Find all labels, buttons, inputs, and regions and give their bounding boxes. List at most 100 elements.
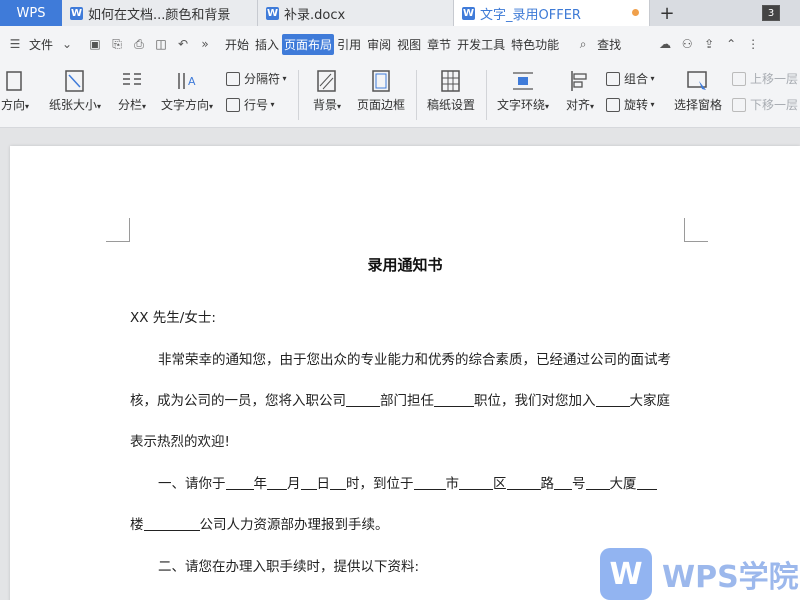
blank-underline[interactable] xyxy=(330,476,346,490)
group-button[interactable]: 组合 ▾ xyxy=(606,70,655,87)
selection-pane-button[interactable]: 选择窗格 xyxy=(670,70,726,113)
selection-pane-label: 选择窗格 xyxy=(673,98,722,112)
paragraph-1-line-3: 表示热烈的欢迎! xyxy=(130,430,230,450)
blank-underline[interactable] xyxy=(225,476,254,490)
document-title: 录用通知书 xyxy=(367,256,443,274)
rotate-button[interactable]: 旋转 ▾ xyxy=(606,96,655,113)
writer-icon: W xyxy=(266,6,279,20)
tab-label: 补录.docx xyxy=(284,7,346,23)
text-run: 二、请您在办理入职手续时，提供以下资料: xyxy=(158,559,420,575)
writer-icon: W xyxy=(462,6,475,20)
line-number-icon xyxy=(226,97,240,112)
text-run: 年 xyxy=(253,476,268,492)
manuscript-icon xyxy=(441,70,460,92)
separator-button[interactable]: 分隔符 ▾ xyxy=(226,70,287,87)
print-icon[interactable]: ⎙ xyxy=(130,36,148,52)
text-run: 公司人力资源部办理报到手续。 xyxy=(199,517,389,533)
blank-underline[interactable] xyxy=(595,393,630,407)
columns-icon xyxy=(123,73,141,85)
text-direction-label: 文字方向 xyxy=(160,98,209,112)
blank-underline[interactable] xyxy=(413,476,446,490)
menu-features[interactable]: 特色功能 xyxy=(508,36,562,53)
tab-doc-1[interactable]: W 如何在文档...颜色和背景 xyxy=(62,0,258,26)
blank-underline[interactable] xyxy=(346,393,380,407)
wps-logo-icon: W xyxy=(600,548,652,600)
text-run: 一、请你于 xyxy=(158,476,226,492)
margin-marker-top-right xyxy=(684,218,708,242)
unsaved-dot-icon xyxy=(632,9,639,16)
send-backward-icon xyxy=(732,97,746,112)
text-run: 大家庭 xyxy=(629,393,671,409)
text-run: 区 xyxy=(493,476,507,492)
blank-underline[interactable] xyxy=(143,517,200,531)
tab-doc-active[interactable]: W 文字_录用OFFER xyxy=(454,0,650,26)
collapse-icon[interactable]: ⌃ xyxy=(722,36,740,52)
blank-underline[interactable] xyxy=(554,476,572,490)
user-icon[interactable]: ⚇ xyxy=(678,36,696,52)
orientation-button[interactable]: 方向▾ xyxy=(0,70,34,113)
blank-underline[interactable] xyxy=(434,393,474,407)
export-icon[interactable]: ⎘ xyxy=(108,36,126,52)
paragraph-2-line-1: 一、请你于 年 月日时，到位于 市 区 路 号 大厦 xyxy=(158,472,657,492)
undo-icon[interactable]: ↶ xyxy=(174,36,192,52)
paper-size-button[interactable]: 纸张大小▾ xyxy=(42,70,108,113)
save-icon[interactable]: ▣ xyxy=(86,36,104,52)
search-icon[interactable]: ⌕ xyxy=(574,36,592,52)
blank-underline[interactable] xyxy=(636,476,657,490)
salutation-text: XX 先生/女士: xyxy=(130,310,216,326)
menu-section[interactable]: 章节 xyxy=(424,36,454,53)
menu-view[interactable]: 视图 xyxy=(394,36,424,53)
hamburger-icon[interactable]: ☰ xyxy=(6,36,24,52)
background-label: 背景 xyxy=(312,98,337,112)
send-backward-button[interactable]: 下移一层 xyxy=(732,96,798,113)
menu-developer[interactable]: 开发工具 xyxy=(454,36,508,53)
menu-page-layout[interactable]: 页面布局 xyxy=(282,33,335,55)
selection-pane-icon xyxy=(687,71,707,90)
overflow-menu-icon[interactable]: ⋮ xyxy=(744,36,762,52)
blank-underline[interactable] xyxy=(585,476,610,490)
chevron-down-icon[interactable]: ⌄ xyxy=(58,36,76,52)
window-count-badge[interactable]: 3 xyxy=(762,5,780,21)
blank-underline[interactable] xyxy=(267,476,287,490)
title-bar: WPS W 如何在文档...颜色和背景 W 补录.docx W 文字_录用OFF… xyxy=(0,0,800,26)
wps-academy-watermark: W WPS学院 xyxy=(600,548,799,600)
menu-insert[interactable]: 插入 xyxy=(252,36,282,53)
margin-marker-top-left xyxy=(106,218,130,242)
background-button[interactable]: 背景▾ xyxy=(306,70,348,113)
paper-size-label: 纸张大小 xyxy=(48,98,97,112)
new-tab-button[interactable]: + xyxy=(650,0,684,26)
print-preview-icon[interactable]: ◫ xyxy=(152,36,170,52)
document-page[interactable]: 录用通知书 XX 先生/女士: 非常荣幸的通知您，由于您出众的专业能力和优秀的综… xyxy=(10,146,800,600)
align-label: 对齐 xyxy=(565,98,590,112)
line-number-button[interactable]: 行号 ▾ xyxy=(226,96,275,113)
blank-underline[interactable] xyxy=(506,476,541,490)
document-canvas[interactable]: 录用通知书 XX 先生/女士: 非常荣幸的通知您，由于您出众的专业能力和优秀的综… xyxy=(0,128,800,600)
bring-forward-button[interactable]: 上移一层 xyxy=(732,70,798,87)
text-run: 非常荣幸的通知您，由于您出众的专业能力和优秀的综合素质，已经通过公司的面试考 xyxy=(158,352,671,368)
ribbon: 方向▾ 纸张大小▾ 分栏▾ A 文字方向▾ 分隔符 ▾ 行号 ▾ 背景▾ 页面边… xyxy=(0,62,800,128)
tab-doc-2[interactable]: W 补录.docx xyxy=(258,0,454,26)
line-number-label: 行号 xyxy=(244,98,269,112)
wps-home-tab[interactable]: WPS xyxy=(0,0,62,26)
more-icon[interactable]: » xyxy=(196,36,214,52)
text-wrap-button[interactable]: 文字环绕▾ xyxy=(492,70,554,113)
share-icon[interactable]: ⇪ xyxy=(700,36,718,52)
rotate-label: 旋转 xyxy=(624,98,649,112)
search-button[interactable]: 查找 xyxy=(594,36,624,53)
writer-icon: W xyxy=(70,6,83,20)
menu-references[interactable]: 引用 xyxy=(334,36,364,53)
text-direction-button[interactable]: A 文字方向▾ xyxy=(156,70,218,113)
menu-review[interactable]: 审阅 xyxy=(364,36,394,53)
columns-button[interactable]: 分栏▾ xyxy=(112,70,152,113)
bring-forward-label: 上移一层 xyxy=(750,72,799,86)
page-border-button[interactable]: 页面边框 xyxy=(352,70,410,113)
manuscript-button[interactable]: 稿纸设置 xyxy=(422,70,480,113)
ribbon-divider xyxy=(298,70,299,120)
cloud-icon[interactable]: ☁ xyxy=(656,36,674,52)
menu-home[interactable]: 开始 xyxy=(222,36,252,53)
blank-underline[interactable] xyxy=(300,476,317,490)
align-button[interactable]: 对齐▾ xyxy=(560,70,600,113)
text-run: 楼 xyxy=(130,517,144,533)
file-menu[interactable]: 文件 xyxy=(26,36,56,53)
blank-underline[interactable] xyxy=(459,476,493,490)
